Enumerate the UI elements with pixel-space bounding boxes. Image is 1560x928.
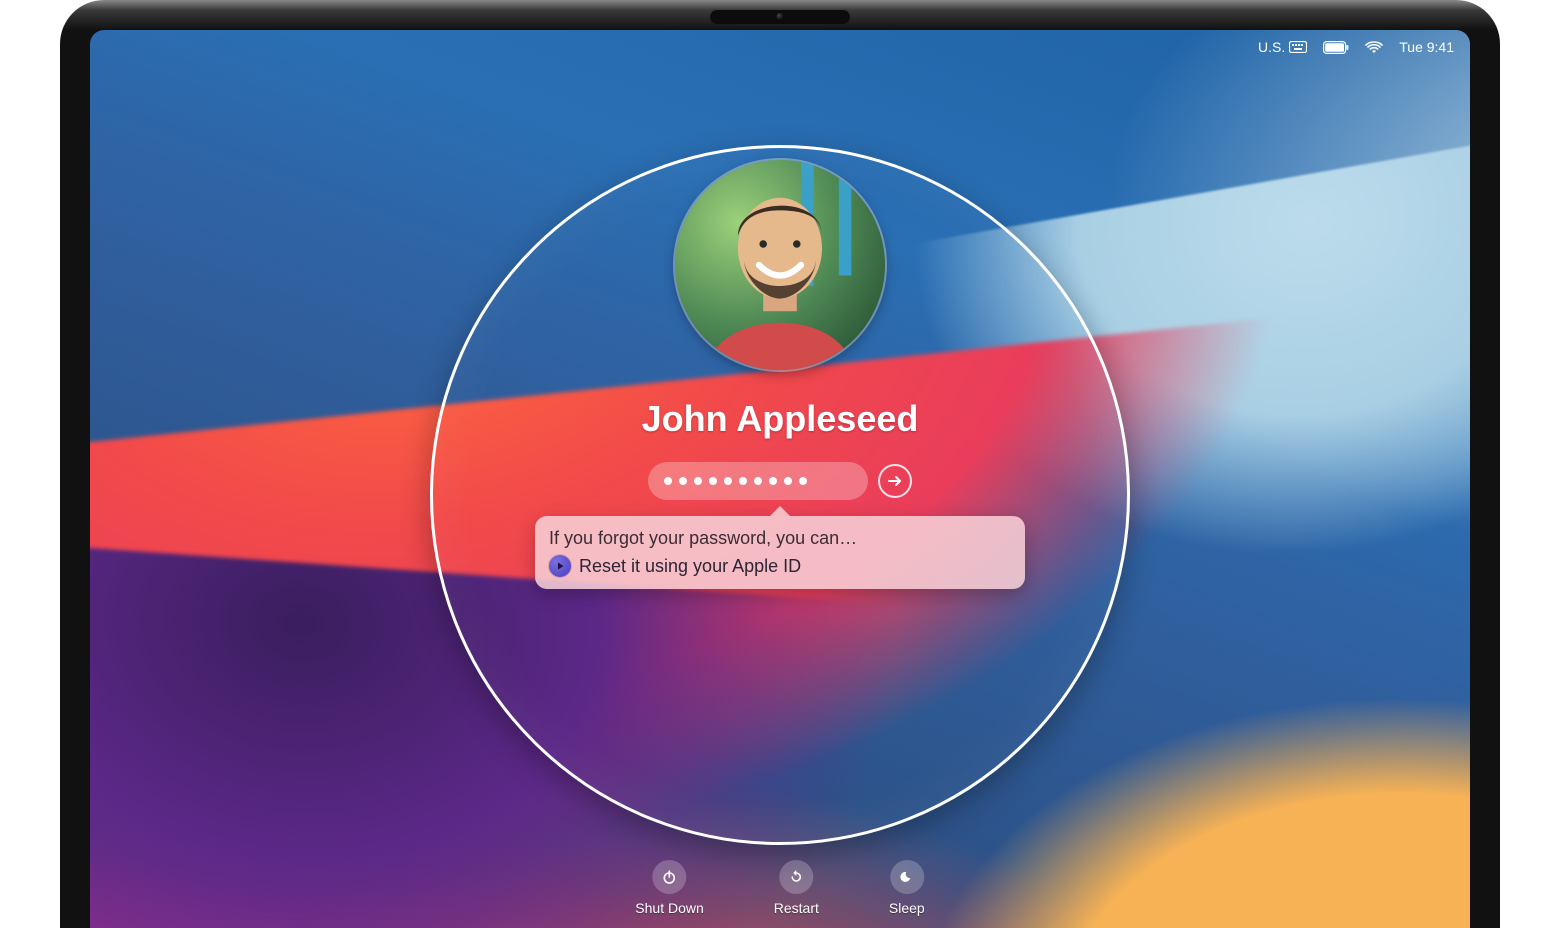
password-dot (724, 477, 732, 485)
password-dot (679, 477, 687, 485)
clock[interactable]: Tue 9:41 (1399, 39, 1454, 55)
laptop-frame: U.S. Tue 9:41 (60, 0, 1500, 928)
restart-button[interactable]: Restart (774, 860, 819, 916)
restart-icon (779, 860, 813, 894)
password-input[interactable] (648, 462, 868, 500)
hint-text-line1: If you forgot your password, you can… (549, 528, 857, 549)
avatar-image (675, 160, 885, 370)
password-dot (664, 477, 672, 485)
user-name-label: John Appleseed (642, 398, 919, 440)
keyboard-icon (1289, 41, 1307, 53)
password-dot (754, 477, 762, 485)
password-dot (769, 477, 777, 485)
password-dot (739, 477, 747, 485)
clock-label: Tue 9:41 (1399, 39, 1454, 55)
restart-label: Restart (774, 900, 819, 916)
wifi-indicator[interactable] (1365, 40, 1383, 54)
power-options-row: Shut Down Restart Sleep (635, 860, 924, 916)
hint-text-line2: Reset it using your Apple ID (579, 556, 801, 577)
power-icon (653, 860, 687, 894)
input-source-indicator[interactable]: U.S. (1258, 39, 1307, 55)
camera (777, 13, 784, 20)
password-dot (694, 477, 702, 485)
sleep-button[interactable]: Sleep (889, 860, 925, 916)
sleep-label: Sleep (889, 900, 925, 916)
password-dot (709, 477, 717, 485)
battery-indicator[interactable] (1323, 41, 1349, 54)
login-panel: John Appleseed If you forgot your passwo… (460, 160, 1100, 589)
shut-down-button[interactable]: Shut Down (635, 860, 703, 916)
reset-with-apple-id-button[interactable]: Reset it using your Apple ID (549, 555, 1011, 577)
login-submit-button[interactable] (878, 464, 912, 498)
menubar: U.S. Tue 9:41 (90, 30, 1470, 64)
shut-down-label: Shut Down (635, 900, 703, 916)
arrow-right-icon (886, 472, 904, 490)
user-avatar[interactable] (675, 160, 885, 370)
screen: U.S. Tue 9:41 (90, 30, 1470, 928)
moon-icon (890, 860, 924, 894)
password-dot (799, 477, 807, 485)
wifi-icon (1365, 40, 1383, 54)
password-hint-popover: If you forgot your password, you can… Re… (535, 516, 1025, 589)
input-source-label: U.S. (1258, 39, 1285, 55)
play-icon (549, 555, 571, 577)
battery-icon (1323, 41, 1349, 54)
password-dot (784, 477, 792, 485)
